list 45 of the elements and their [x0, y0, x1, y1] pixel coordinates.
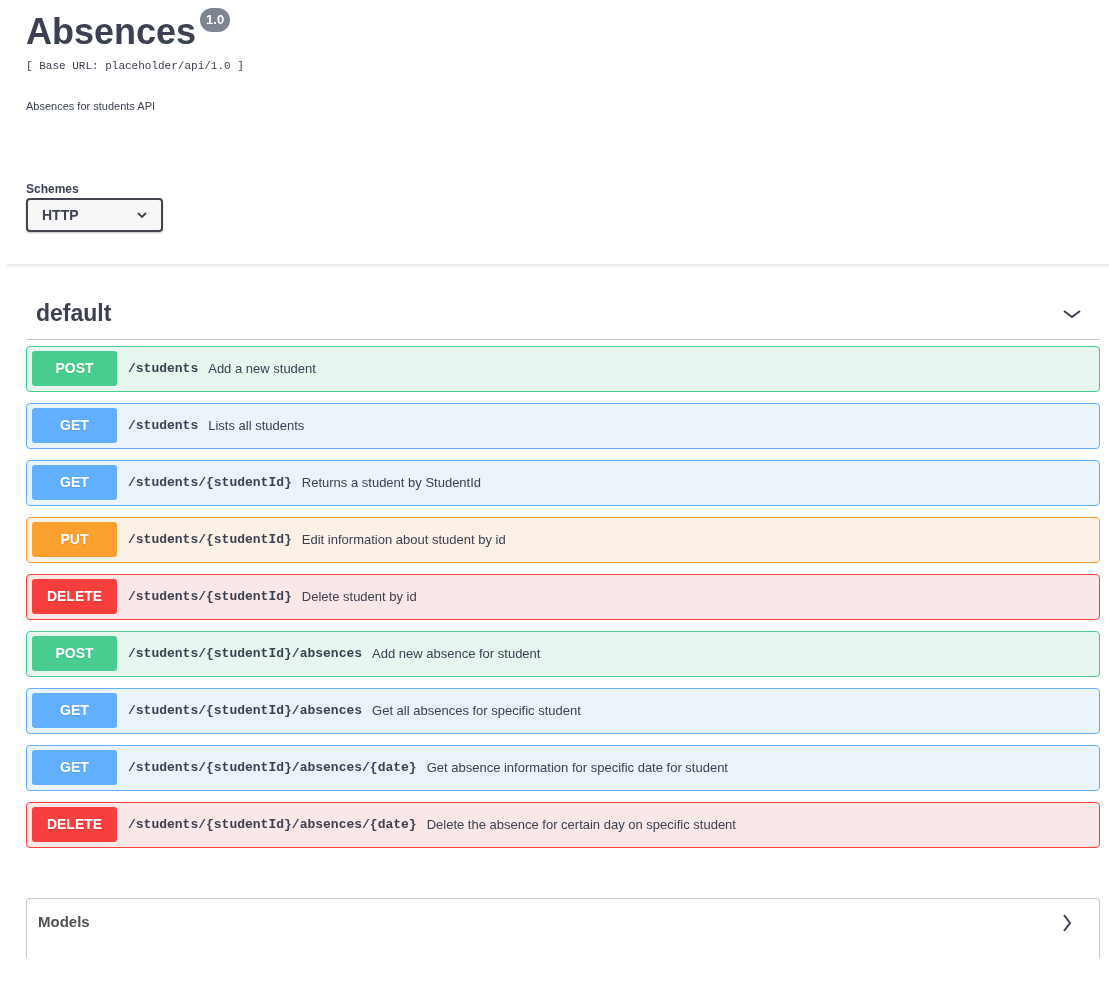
chevron-down-icon	[137, 211, 147, 219]
endpoint-summary: Add new absence for student	[372, 644, 541, 663]
endpoint-path: /students/{studentId}/absences/{date}	[128, 758, 417, 777]
base-url: [ Base URL: placeholder/api/1.0 ]	[26, 58, 245, 74]
operation-row[interactable]: GET /students Lists all students	[26, 402, 1100, 449]
schemes-select[interactable]: HTTP	[26, 198, 163, 232]
endpoint-path: /students/{studentId}/absences/{date}	[128, 815, 417, 834]
endpoint-path: /students/{studentId}	[128, 530, 292, 549]
operation-row[interactable]: GET /students/{studentId}/absences Get all absences for specific student	[26, 687, 1100, 734]
method-badge: GET	[32, 465, 117, 500]
endpoint-summary: Get all absences for specific student	[372, 701, 581, 720]
endpoint-summary: Add a new student	[208, 359, 316, 378]
endpoint-summary: Delete the absence for certain day on specific student	[426, 815, 736, 834]
method-badge: GET	[32, 750, 117, 785]
api-title: Absences	[26, 12, 197, 52]
operation-row[interactable]: GET /students/{studentId} Returns a student by StudentId	[26, 459, 1100, 506]
operation-row[interactable]: PUT /students/{studentId} Edit information about student by id	[26, 516, 1100, 563]
endpoint-path: /students/{studentId}/absences	[128, 701, 363, 720]
endpoint-summary: Returns a student by StudentId	[301, 473, 482, 492]
method-badge: GET	[32, 693, 117, 728]
method-badge: GET	[32, 408, 117, 443]
api-description: Absences for students API	[26, 99, 157, 115]
endpoint-summary: Lists all students	[208, 416, 305, 435]
endpoint-path: /students	[128, 416, 199, 435]
endpoint-path: /students	[128, 359, 199, 378]
operation-row[interactable]: POST /students Add a new student	[26, 345, 1100, 392]
section-header[interactable]: default	[26, 266, 1100, 340]
method-badge: DELETE	[32, 579, 117, 614]
version-badge: 1.0	[200, 8, 231, 32]
operation-row[interactable]: DELETE /students/{studentId} Delete student by id	[26, 573, 1100, 620]
method-badge: DELETE	[32, 807, 117, 842]
operation-row[interactable]: POST /students/{studentId}/absences Add new absence for student	[26, 630, 1100, 677]
method-badge: POST	[32, 351, 117, 386]
operation-row[interactable]: GET /students/{studentId}/absences/{date} Get absence information for specific date for student	[26, 744, 1100, 791]
endpoint-path: /students/{studentId}	[128, 473, 292, 492]
models-section[interactable]: Models	[26, 897, 1100, 958]
endpoint-path: /students/{studentId}	[128, 587, 292, 606]
endpoint-summary: Get absence information for specific date for student	[426, 758, 728, 777]
endpoint-summary: Delete student by id	[301, 587, 417, 606]
operation-row[interactable]: DELETE /students/{studentId}/absences/{date} Delete the absence for certain day on specific student	[26, 801, 1100, 848]
endpoint-summary: Edit information about student by id	[301, 530, 506, 549]
method-badge: PUT	[32, 522, 117, 557]
schemes-label: Schemes	[26, 181, 80, 198]
endpoint-path: /students/{studentId}/absences	[128, 644, 363, 663]
method-badge: POST	[32, 636, 117, 671]
